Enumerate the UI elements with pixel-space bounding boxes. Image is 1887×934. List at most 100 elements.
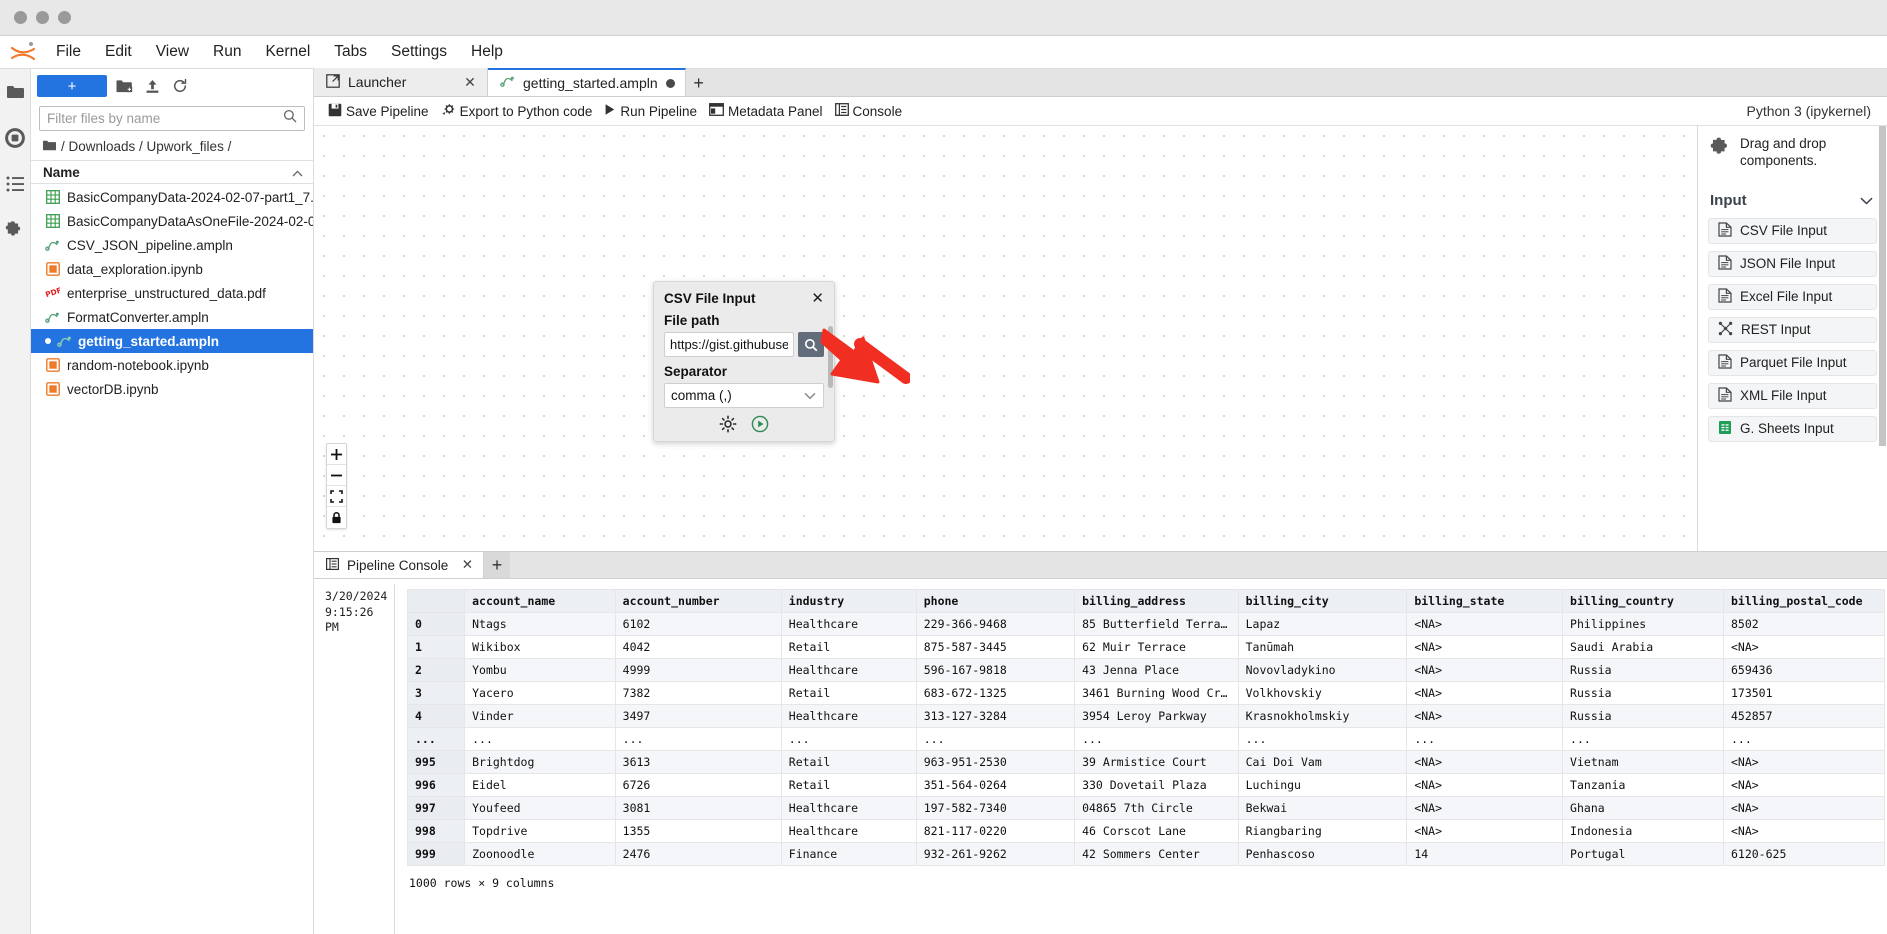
table-row[interactable]: 999 Zoonoodle 2476 Finance 932-261-9262 … xyxy=(406,842,1886,866)
table-row[interactable]: 4 Vinder 3497 Healthcare 313-127-3284 39… xyxy=(406,704,1886,728)
cell-billing-address: 3461 Burning Wood Cr… xyxy=(1074,681,1239,705)
filter-files-input[interactable] xyxy=(47,111,283,126)
search-icon xyxy=(283,109,297,128)
file-item-data-exploration[interactable]: data_exploration.ipynb xyxy=(31,257,313,281)
metadata-panel-button[interactable]: Metadata Panel xyxy=(705,101,831,121)
new-tab-button[interactable]: + xyxy=(685,70,712,96)
menu-view[interactable]: View xyxy=(144,40,201,64)
window-close-button[interactable] xyxy=(14,11,27,24)
menu-edit[interactable]: Edit xyxy=(93,40,144,64)
node-dialog-scrollbar[interactable] xyxy=(828,326,833,388)
export-to-python-button[interactable]: Export to Python code xyxy=(437,101,601,122)
file-item-getting-started[interactable]: getting_started.ampln xyxy=(31,329,313,353)
table-row[interactable]: 996 Eidel 6726 Retail 351-564-0264 330 D… xyxy=(406,773,1886,797)
menu-settings[interactable]: Settings xyxy=(379,40,459,64)
kernel-indicator[interactable]: Python 3 (ipykernel) xyxy=(1746,103,1877,119)
table-row[interactable]: 3 Yacero 7382 Retail 683-672-1325 3461 B… xyxy=(406,681,1886,705)
close-icon[interactable]: ✕ xyxy=(462,557,473,573)
file-item-enterprise-pdf[interactable]: PDF enterprise_unstructured_data.pdf xyxy=(31,281,313,305)
window-minimize-button[interactable] xyxy=(36,11,49,24)
component-parquet-file-input[interactable]: Parquet File Input xyxy=(1708,349,1877,376)
file-item-random-notebook[interactable]: random-notebook.ipynb xyxy=(31,353,313,377)
component-excel-file-input[interactable]: Excel File Input xyxy=(1708,283,1877,310)
column-header-index xyxy=(406,589,466,613)
cell-billing-postal-code: <NA> xyxy=(1722,635,1886,659)
tab-launcher[interactable]: Launcher ✕ xyxy=(314,68,488,96)
cell-index: 4 xyxy=(406,704,466,728)
cell-industry: ... xyxy=(780,727,917,751)
running-kernels-icon[interactable] xyxy=(4,127,26,149)
breadcrumb-path[interactable]: / Downloads / Upwork_files / xyxy=(61,139,231,154)
table-of-contents-icon[interactable] xyxy=(4,173,26,195)
file-path-row xyxy=(664,332,824,357)
component-label: REST Input xyxy=(1741,322,1811,338)
tab-pipeline-console[interactable]: Pipeline Console ✕ xyxy=(314,552,484,578)
file-item-basiccompanydata-onefile[interactable]: BasicCompanyDataAsOneFile-2024-02-07.csv xyxy=(31,209,313,233)
component-xml-file-input[interactable]: XML File Input xyxy=(1708,382,1877,409)
components-section-input[interactable]: Input xyxy=(1708,192,1877,209)
file-item-basiccompanydata-part1[interactable]: BasicCompanyData-2024-02-07-part1_7.csv xyxy=(31,185,313,209)
table-row[interactable]: 0 Ntags 6102 Healthcare 229-366-9468 85 … xyxy=(406,612,1886,636)
new-folder-icon[interactable] xyxy=(113,75,135,97)
fit-to-screen-icon[interactable] xyxy=(327,486,346,507)
menu-help[interactable]: Help xyxy=(459,40,515,64)
close-icon[interactable]: ✕ xyxy=(463,74,477,91)
document-icon xyxy=(1718,222,1732,240)
file-filter-box[interactable] xyxy=(39,106,305,131)
component-csv-file-input[interactable]: CSV File Input xyxy=(1708,217,1877,244)
table-row[interactable]: 998 Topdrive 1355 Healthcare 821-117-022… xyxy=(406,819,1886,843)
table-row[interactable]: 995 Brightdog 3613 Retail 963-951-2530 3… xyxy=(406,750,1886,774)
play-circle-icon[interactable] xyxy=(751,415,769,433)
file-browser-icon[interactable] xyxy=(4,81,26,103)
activity-bar xyxy=(0,69,31,934)
upload-icon[interactable] xyxy=(141,75,163,97)
file-item-csv-json-pipeline[interactable]: CSV_JSON_pipeline.ampln xyxy=(31,233,313,257)
new-launcher-button[interactable]: + xyxy=(37,75,107,97)
components-panel-header: Drag and drop components. xyxy=(1708,136,1877,170)
new-console-tab-button[interactable]: + xyxy=(484,552,510,578)
components-panel-scrollbar[interactable] xyxy=(1879,126,1886,446)
component-rest-input[interactable]: REST Input xyxy=(1708,316,1877,343)
button-label: Export to Python code xyxy=(459,103,593,119)
save-pipeline-button[interactable]: Save Pipeline xyxy=(324,101,437,122)
pipeline-canvas[interactable]: CSV File Input ✕ File path Separator xyxy=(314,126,1697,551)
tab-getting-started[interactable]: getting_started.ampln xyxy=(488,68,686,96)
csv-file-input-node-dialog[interactable]: CSV File Input ✕ File path Separator xyxy=(653,281,835,442)
breadcrumb[interactable]: / Downloads / Upwork_files / xyxy=(31,135,313,160)
browse-file-button[interactable] xyxy=(798,332,824,357)
pipeline-console-panel: Pipeline Console ✕ + 3/20/2024 9:15:26 P… xyxy=(314,551,1887,934)
window-maximize-button[interactable] xyxy=(58,11,71,24)
component-g-sheets-input[interactable]: G. Sheets Input xyxy=(1708,415,1877,442)
lock-canvas-icon[interactable] xyxy=(327,507,346,528)
file-item-vectordb[interactable]: vectorDB.ipynb xyxy=(31,377,313,401)
gear-icon[interactable] xyxy=(719,415,737,433)
unsaved-indicator-dot[interactable] xyxy=(665,78,675,88)
table-row[interactable]: 1 Wikibox 4042 Retail 875-587-3445 62 Mu… xyxy=(406,635,1886,659)
menu-file[interactable]: File xyxy=(44,40,93,64)
zoom-in-icon[interactable] xyxy=(327,444,346,465)
document-icon xyxy=(1718,255,1732,273)
file-item-formatconverter[interactable]: FormatConverter.ampln xyxy=(31,305,313,329)
chevron-down-icon xyxy=(804,388,816,403)
refresh-icon[interactable] xyxy=(169,75,191,97)
cell-industry: Healthcare xyxy=(780,796,917,820)
menu-kernel[interactable]: Kernel xyxy=(253,40,322,64)
separator-select[interactable]: comma (,) xyxy=(664,383,824,408)
menu-run[interactable]: Run xyxy=(201,40,253,64)
run-pipeline-button[interactable]: Run Pipeline xyxy=(600,101,705,121)
cell-account-number: 3613 xyxy=(614,750,782,774)
cell-billing-city: Riangbaring xyxy=(1237,819,1408,843)
close-icon[interactable]: ✕ xyxy=(811,291,824,306)
component-json-file-input[interactable]: JSON File Input xyxy=(1708,250,1877,277)
extension-manager-icon[interactable] xyxy=(4,219,26,241)
zoom-out-icon[interactable] xyxy=(327,465,346,486)
table-row-ellipsis: ... ... ... ... ... ... ... ... ... ... xyxy=(406,727,1886,751)
table-row[interactable]: 2 Yombu 4999 Healthcare 596-167-9818 43 … xyxy=(406,658,1886,682)
console-button[interactable]: Console xyxy=(831,101,911,121)
file-list-header[interactable]: Name xyxy=(31,160,313,184)
file-path-input[interactable] xyxy=(664,332,794,357)
menu-tabs[interactable]: Tabs xyxy=(322,40,379,64)
cell-index: 3 xyxy=(406,681,466,705)
table-row[interactable]: 997 Youfeed 3081 Healthcare 197-582-7340… xyxy=(406,796,1886,820)
cell-industry: Finance xyxy=(780,842,917,866)
